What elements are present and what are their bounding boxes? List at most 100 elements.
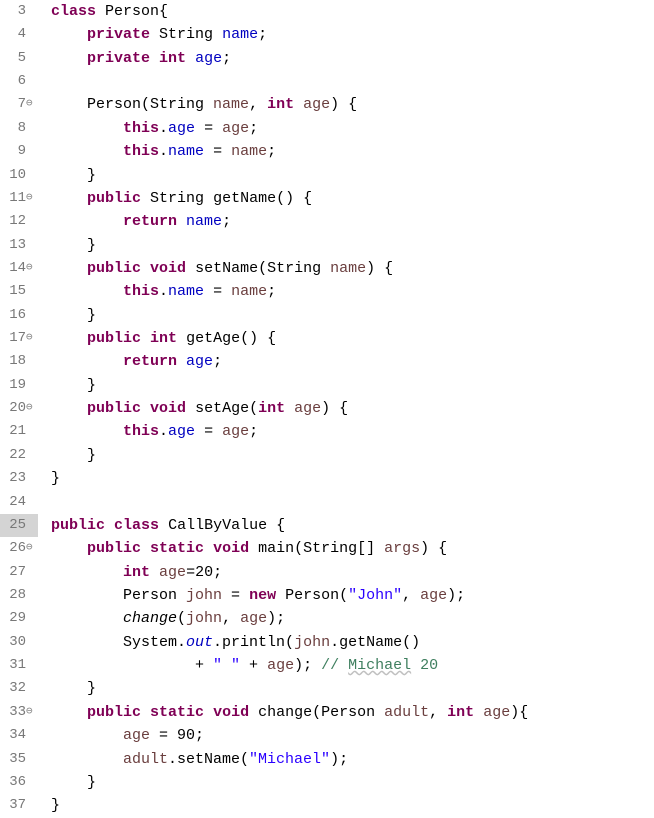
fold-marker-icon[interactable]: ⊖ [26, 397, 36, 420]
code-line[interactable]: return name; [51, 210, 654, 233]
code-line[interactable]: class Person{ [51, 0, 654, 23]
line-number: 35 [4, 748, 26, 771]
code-line[interactable]: + " " + age); // Michael 20 [51, 654, 654, 677]
line-number: 11 [4, 187, 26, 210]
token-plain: ; [222, 213, 231, 230]
code-line[interactable]: } [51, 374, 654, 397]
code-line[interactable]: Person john = new Person("John", age); [51, 584, 654, 607]
code-line[interactable]: public int getAge() { [51, 327, 654, 350]
code-line[interactable]: adult.setName("Michael"); [51, 748, 654, 771]
gutter-line[interactable]: 30 [0, 631, 38, 654]
gutter-line[interactable]: 22 [0, 444, 38, 467]
token-method: setName [195, 260, 258, 277]
token-kw: public [51, 517, 105, 534]
token-plain [51, 190, 87, 207]
code-line[interactable]: this.age = age; [51, 420, 654, 443]
code-editor[interactable]: class Person{ private String name; priva… [43, 0, 654, 818]
gutter-line[interactable]: 12 [0, 210, 38, 233]
code-line[interactable]: } [51, 677, 654, 700]
gutter-line[interactable]: 7⊖ [0, 93, 38, 116]
gutter-line[interactable]: 9 [0, 140, 38, 163]
token-kw: this [123, 120, 159, 137]
gutter-line[interactable]: 5 [0, 47, 38, 70]
token-plain: } [51, 470, 60, 487]
gutter-line[interactable]: 4 [0, 23, 38, 46]
gutter-line[interactable]: 31 [0, 654, 38, 677]
gutter-line[interactable]: 28 [0, 584, 38, 607]
fold-marker-icon[interactable]: ⊖ [26, 187, 36, 210]
gutter-line[interactable]: 20⊖ [0, 397, 38, 420]
code-line[interactable]: public String getName() { [51, 187, 654, 210]
gutter-line[interactable]: 32 [0, 677, 38, 700]
token-plain [96, 3, 105, 20]
code-line[interactable]: } [51, 234, 654, 257]
code-line[interactable]: this.name = name; [51, 280, 654, 303]
token-plain [177, 213, 186, 230]
fold-marker-icon[interactable]: ⊖ [26, 537, 36, 560]
token-plain: , [429, 704, 447, 721]
gutter-line[interactable]: 14⊖ [0, 257, 38, 280]
gutter-line[interactable]: 23 [0, 467, 38, 490]
gutter-line[interactable]: 3 [0, 0, 38, 23]
gutter-line[interactable]: 36 [0, 771, 38, 794]
gutter-line[interactable]: 21 [0, 420, 38, 443]
gutter-line[interactable]: 33⊖ [0, 701, 38, 724]
code-line[interactable]: public static void change(Person adult, … [51, 701, 654, 724]
gutter-line[interactable]: 13 [0, 234, 38, 257]
code-line[interactable] [51, 70, 654, 93]
gutter-line[interactable]: 34 [0, 724, 38, 747]
token-plain [51, 120, 123, 137]
token-kw: this [123, 423, 159, 440]
code-line[interactable]: } [51, 164, 654, 187]
fold-marker-icon[interactable]: ⊖ [26, 327, 36, 350]
token-plain: ); [447, 587, 465, 604]
code-line[interactable]: } [51, 304, 654, 327]
gutter-line[interactable]: 29 [0, 607, 38, 630]
code-line[interactable]: private String name; [51, 23, 654, 46]
line-number: 12 [4, 210, 26, 233]
fold-marker-icon[interactable]: ⊖ [26, 93, 36, 116]
line-number: 30 [4, 631, 26, 654]
code-line[interactable]: private int age; [51, 47, 654, 70]
code-line[interactable]: } [51, 771, 654, 794]
code-line[interactable]: public static void main(String[] args) { [51, 537, 654, 560]
fold-marker-icon[interactable]: ⊖ [26, 257, 36, 280]
code-line[interactable]: return age; [51, 350, 654, 373]
code-line[interactable]: System.out.println(john.getName() [51, 631, 654, 654]
token-plain: ; [249, 120, 258, 137]
code-line[interactable]: change(john, age); [51, 607, 654, 630]
code-line[interactable]: this.name = name; [51, 140, 654, 163]
token-plain [51, 610, 123, 627]
gutter-line[interactable]: 26⊖ [0, 537, 38, 560]
code-line[interactable]: this.age = age; [51, 117, 654, 140]
code-line[interactable]: } [51, 794, 654, 817]
gutter-line[interactable]: 10 [0, 164, 38, 187]
token-plain: , [249, 96, 267, 113]
code-line[interactable]: age = 90; [51, 724, 654, 747]
gutter-line[interactable]: 35 [0, 748, 38, 771]
gutter-line[interactable]: 37 [0, 794, 38, 817]
token-kw: public [87, 400, 141, 417]
gutter-line[interactable]: 27 [0, 561, 38, 584]
code-line[interactable]: } [51, 444, 654, 467]
gutter-line[interactable]: 17⊖ [0, 327, 38, 350]
fold-marker-icon[interactable]: ⊖ [26, 701, 36, 724]
code-line[interactable]: int age=20; [51, 561, 654, 584]
code-line[interactable] [51, 491, 654, 514]
gutter-line[interactable]: 6 [0, 70, 38, 93]
code-line[interactable]: public void setName(String name) { [51, 257, 654, 280]
gutter-line[interactable]: 8 [0, 117, 38, 140]
code-line[interactable]: } [51, 467, 654, 490]
gutter-line[interactable]: 24 [0, 491, 38, 514]
gutter-line[interactable]: 16 [0, 304, 38, 327]
gutter-line[interactable]: 25 [0, 514, 38, 537]
gutter-line[interactable]: 19 [0, 374, 38, 397]
code-line[interactable]: public class CallByValue { [51, 514, 654, 537]
code-line[interactable]: public void setAge(int age) { [51, 397, 654, 420]
token-plain [51, 330, 87, 347]
gutter-line[interactable]: 15 [0, 280, 38, 303]
gutter-line[interactable]: 11⊖ [0, 187, 38, 210]
code-line[interactable]: Person(String name, int age) { [51, 93, 654, 116]
token-plain [51, 400, 87, 417]
gutter-line[interactable]: 18 [0, 350, 38, 373]
